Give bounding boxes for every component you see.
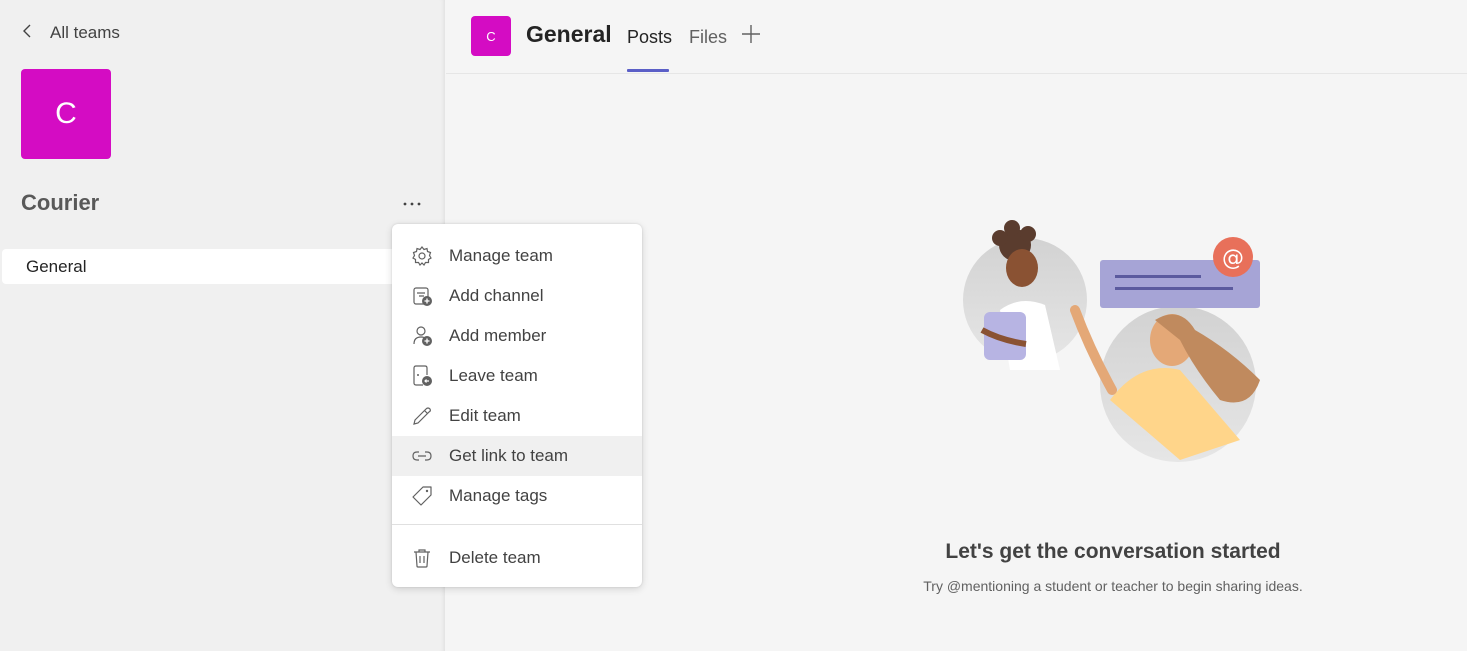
conversation-illustration: @ — [940, 210, 1280, 480]
menu-divider — [392, 524, 642, 525]
tab-posts[interactable]: Posts — [627, 27, 672, 48]
tab-files[interactable]: Files — [689, 27, 727, 48]
menu-item-add-member[interactable]: Add member — [392, 316, 642, 356]
menu-item-delete-team[interactable]: Delete team — [392, 538, 642, 578]
team-options-menu: Manage team Add channel Add member Leave… — [392, 224, 642, 587]
add-tab-button[interactable] — [741, 20, 761, 50]
menu-item-manage-team[interactable]: Manage team — [392, 236, 642, 276]
menu-item-manage-tags[interactable]: Manage tags — [392, 476, 642, 516]
menu-item-add-channel[interactable]: Add channel — [392, 276, 642, 316]
add-member-icon — [411, 325, 433, 347]
menu-item-get-link[interactable]: Get link to team — [392, 436, 642, 476]
all-teams-label: All teams — [50, 22, 120, 42]
empty-state-title: Let's get the conversation started — [945, 540, 1281, 563]
svg-text:@: @ — [1222, 246, 1244, 271]
chevron-left-icon — [22, 22, 34, 43]
menu-item-label: Delete team — [449, 548, 541, 567]
menu-item-label: Add member — [449, 326, 547, 345]
pencil-icon — [411, 405, 433, 427]
channel-avatar: C — [471, 16, 511, 56]
gear-icon — [411, 245, 433, 267]
menu-item-label: Add channel — [449, 286, 544, 305]
tag-icon — [411, 485, 433, 507]
menu-item-label: Leave team — [449, 366, 538, 385]
team-avatar: C — [21, 69, 111, 159]
team-sidebar: All teams C Courier General — [0, 0, 445, 651]
menu-item-leave-team[interactable]: Leave team — [392, 356, 642, 396]
plus-icon — [742, 25, 760, 43]
channel-header: C General Posts Files — [446, 0, 1467, 74]
add-channel-icon — [411, 285, 433, 307]
channel-title: General — [526, 21, 612, 47]
channel-item-general[interactable]: General — [2, 249, 442, 284]
menu-item-label: Manage team — [449, 246, 553, 265]
trash-icon — [411, 547, 433, 569]
menu-item-edit-team[interactable]: Edit team — [392, 396, 642, 436]
menu-item-label: Manage tags — [449, 486, 548, 505]
menu-item-label: Edit team — [449, 406, 521, 425]
all-teams-link[interactable]: All teams — [22, 22, 120, 43]
active-tab-indicator — [627, 69, 669, 72]
more-options-button[interactable] — [398, 190, 426, 218]
link-icon — [411, 445, 433, 467]
empty-state-subtitle: Try @mentioning a student or teacher to … — [923, 578, 1303, 594]
ellipsis-icon — [403, 202, 421, 206]
team-name: Courier — [21, 190, 100, 215]
menu-item-label: Get link to team — [449, 446, 569, 465]
leave-team-icon — [411, 365, 433, 387]
